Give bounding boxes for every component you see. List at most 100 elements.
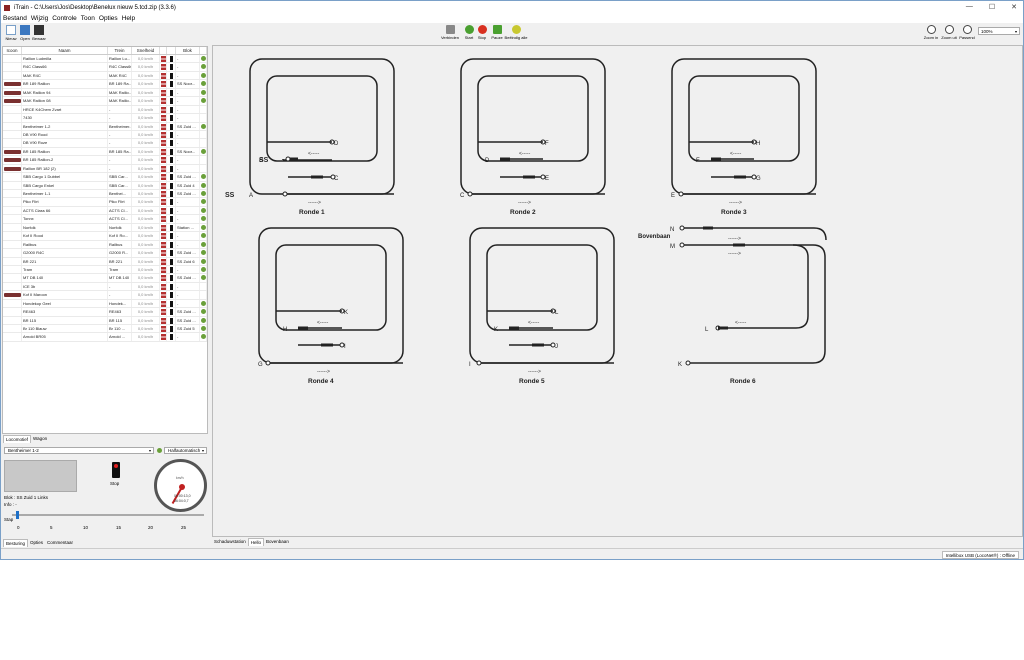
table-row[interactable]: Arnold BR05 Arnold ... 0,0 km/h - bbox=[3, 333, 207, 342]
table-row[interactable]: Hondekop Geel Hondek... 0,0 km/h - bbox=[3, 299, 207, 309]
table-row[interactable]: DB V90 Rood -0,0 km/h - bbox=[3, 130, 207, 140]
table-row[interactable]: Tram Tram 0,0 km/h - bbox=[3, 265, 207, 275]
col-train[interactable]: Trein bbox=[108, 47, 132, 54]
table-row[interactable]: BR 221 BR 221 0,0 km/h SS Zuid 6 bbox=[3, 257, 207, 266]
station-label: F bbox=[545, 141, 549, 147]
col-block[interactable]: Blok bbox=[176, 47, 200, 54]
col-name[interactable]: Naam bbox=[22, 47, 108, 54]
loco-name: RE463 bbox=[22, 308, 108, 316]
go-icon[interactable] bbox=[157, 448, 162, 453]
close-button[interactable]: ✕ bbox=[1011, 3, 1017, 11]
table-row[interactable]: Railbus Railbus 0,0 km/h - bbox=[3, 240, 207, 250]
mode-select[interactable]: Halfautomatisch ▾ bbox=[164, 447, 207, 454]
tab-schaduwstation[interactable]: Schaduwstation bbox=[212, 538, 248, 546]
table-row[interactable]: 7430-0,0 km/h - bbox=[3, 114, 207, 123]
table-row[interactable]: Norfolk Norfolk 0,0 km/h Station ... bbox=[3, 223, 207, 233]
minimize-button[interactable]: — bbox=[966, 3, 973, 11]
zoom-select[interactable]: 100% ▾ bbox=[978, 27, 1020, 35]
tab-hello[interactable]: Hello bbox=[247, 538, 265, 546]
block-name: - bbox=[176, 156, 200, 164]
table-row[interactable]: G2000 R4C G2000 R... 0,0 km/h SS Zuid ... bbox=[3, 249, 207, 258]
table-row[interactable]: SBB Cargo 1 Dubbel SBB Car... 0,0 km/h SS Z… bbox=[3, 173, 207, 182]
table-row[interactable]: BR 189 Railion BR 189 Ra... 0,0 km/h SS Noo… bbox=[3, 80, 207, 89]
table-row[interactable]: Bentheimer 1-2 Bentheimer... 0,0 km/h SS Zu… bbox=[3, 122, 207, 131]
col-icon[interactable]: Icoon bbox=[3, 47, 22, 54]
block-marker bbox=[500, 157, 510, 161]
table-row[interactable]: BR 185 Railion-2-0,0 km/h - bbox=[3, 156, 207, 165]
stop-all-button[interactable]: Beëindig alle bbox=[503, 25, 529, 40]
stop-all-icon bbox=[511, 25, 521, 34]
menu-bestand[interactable]: Bestand bbox=[3, 14, 27, 23]
col-signal[interactable] bbox=[167, 47, 176, 54]
direction-icon bbox=[160, 282, 167, 291]
menu-wijzig[interactable]: Wijzig bbox=[31, 14, 48, 23]
signal-icon bbox=[167, 71, 176, 80]
col-direction[interactable] bbox=[160, 47, 167, 54]
table-row[interactable]: BR 185 Railion BR 185 Ra... 0,0 km/h SS Noo… bbox=[3, 147, 207, 157]
table-row[interactable]: Kof II Rood Kof II Ro... 0,0 km/h - bbox=[3, 232, 207, 241]
table-row[interactable]: Br 110 Blauw Br 110 ... 0,0 km/h SS Zuid 5 bbox=[3, 325, 207, 334]
table-row[interactable]: Piko Flirt Piko Flirt 0,0 km/h - bbox=[3, 198, 207, 207]
table-row[interactable]: ACTS Class 66 ACTS Cl... 0,0 km/h - bbox=[3, 206, 207, 216]
table-row[interactable]: Railion BR 182 (2) -0,0 km/h - bbox=[3, 164, 207, 174]
table-row[interactable]: MAK R4C MAK R4C 0,0 km/h - bbox=[3, 71, 207, 81]
loco-name: Railion BR 182 (2) bbox=[22, 164, 108, 173]
maximize-button[interactable]: ☐ bbox=[989, 3, 995, 11]
table-row[interactable]: RE463 RE463 0,0 km/h SS Zuid ... bbox=[3, 308, 207, 317]
table-row[interactable]: MAK Railion 94 MAK Railio... 0,0 km/h - bbox=[3, 88, 207, 98]
table-row[interactable]: Bentheimer 1-1 Benthei... 0,0 km/h SS Zuid … bbox=[3, 190, 207, 199]
table-row[interactable]: MAK Railion 08 MAK Railio... 0,0 km/h - bbox=[3, 97, 207, 106]
col-speed[interactable]: Snelheid bbox=[132, 47, 160, 54]
table-row[interactable]: HRCE K4Chem Zvart -0,0 km/h - bbox=[3, 105, 207, 115]
tab-opties[interactable]: Opties bbox=[28, 539, 45, 547]
speed-value: 0,0 km/h bbox=[132, 63, 160, 71]
table-row[interactable]: Railion Ludmilla Railion Lu... 0,0 km/h - bbox=[3, 55, 207, 64]
speed-slider[interactable] bbox=[12, 511, 204, 519]
chevron-down-icon: ▾ bbox=[148, 448, 151, 453]
train-name: - bbox=[108, 164, 132, 173]
tab-locomotief[interactable]: Locomotief bbox=[3, 435, 32, 443]
tab-besturing[interactable]: Besturing bbox=[3, 539, 29, 547]
signal-icon bbox=[170, 182, 173, 189]
loco-thumbnail bbox=[3, 105, 22, 114]
speed-value: 0,0 km/h bbox=[132, 71, 160, 80]
menu-toon[interactable]: Toon bbox=[81, 14, 95, 23]
fit-button[interactable]: Passend bbox=[956, 25, 978, 40]
tab-commentaar[interactable]: Commentaar bbox=[45, 539, 75, 547]
menu-help[interactable]: Help bbox=[122, 14, 135, 23]
menu-opties[interactable]: Opties bbox=[99, 14, 118, 23]
table-row[interactable]: R4C Class66 R4C Class66 0,0 km/h - bbox=[3, 63, 207, 72]
station-label: N bbox=[670, 227, 674, 233]
direction-icon bbox=[160, 71, 167, 80]
train-name: Railbus bbox=[108, 240, 132, 249]
track-layout-canvas[interactable]: D B C SS SS A <----- ------> Ronde 1 F D E C <----- --… bbox=[212, 45, 1023, 537]
table-row[interactable]: DB V90 Roze -0,0 km/h - bbox=[3, 139, 207, 148]
table-row[interactable]: BR 115 BR 115 0,0 km/h SS Zuid ... bbox=[3, 316, 207, 325]
speed-value: 0,0 km/h bbox=[132, 190, 160, 198]
signal-icon bbox=[167, 316, 176, 324]
block-name: - bbox=[176, 206, 200, 215]
table-row[interactable]: Kof II Maroon -0,0 km/h - bbox=[3, 291, 207, 300]
table-row[interactable]: Tonnx ACTS Cl... 0,0 km/h - bbox=[3, 215, 207, 224]
tab-wagon[interactable]: Wagon bbox=[31, 435, 49, 443]
tab-bovenbaan[interactable]: Bovenbaan bbox=[264, 538, 291, 546]
direction-icon bbox=[160, 139, 167, 147]
status-icon bbox=[200, 240, 207, 249]
track-loop bbox=[682, 244, 826, 364]
stop-signal-icon[interactable] bbox=[112, 462, 120, 478]
loco-thumbnail bbox=[3, 97, 22, 105]
table-row[interactable]: ICE 3b -0,0 km/h - bbox=[3, 282, 207, 292]
speed-value: 0,0 km/h bbox=[132, 97, 160, 105]
save-button[interactable]: Bewaar bbox=[31, 25, 47, 41]
slider-handle[interactable] bbox=[16, 511, 19, 519]
table-row[interactable]: MT DB 140 MT DB 140 0,0 km/h SS Zuid ... bbox=[3, 274, 207, 283]
loco-thumbnail bbox=[3, 215, 22, 223]
loco-select[interactable]: Bentheimer 1-2 ▾ bbox=[4, 447, 154, 454]
table-row[interactable]: SBB Cargo Enkel SBB Car... 0,0 km/h SS Zuid… bbox=[3, 181, 207, 190]
col-status[interactable] bbox=[200, 47, 207, 54]
train-name: G2000 R... bbox=[108, 249, 132, 257]
track-diagram[interactable]: DBCSSSSA<----------->Ronde 1FDEC<-------… bbox=[213, 46, 1024, 538]
menu-controle[interactable]: Controle bbox=[52, 14, 77, 23]
status-icon bbox=[200, 164, 207, 173]
speed-value: 0,0 km/h bbox=[132, 308, 160, 316]
